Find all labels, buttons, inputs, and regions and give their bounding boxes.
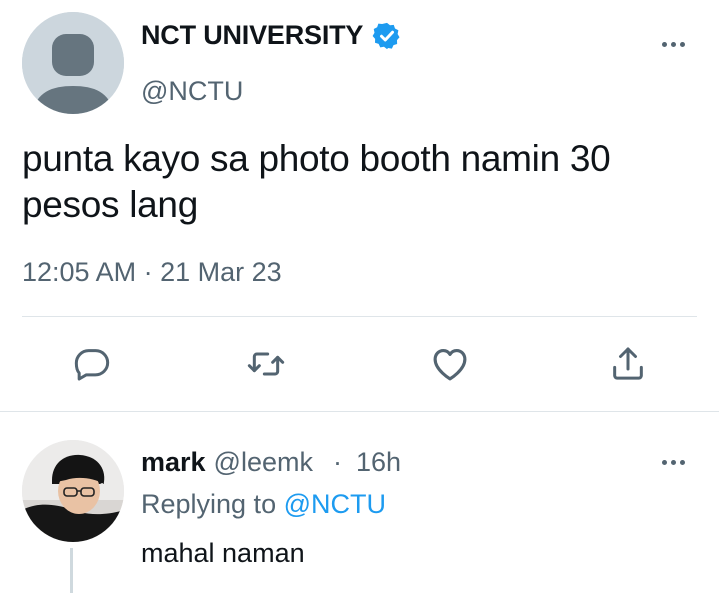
retweet-icon <box>247 352 285 376</box>
reply-icon <box>74 349 110 381</box>
verified-badge-icon <box>372 22 400 49</box>
reply-button[interactable] <box>70 342 114 386</box>
share-icon <box>613 347 643 380</box>
user-avatar-photo <box>22 440 124 542</box>
mention-link[interactable]: @NCTU <box>284 489 386 519</box>
replying-to-label: Replying to <box>141 489 277 519</box>
more-options-icon[interactable] <box>662 460 685 465</box>
reply-author-handle[interactable]: @leemk <box>214 447 313 478</box>
thread-line <box>70 548 73 593</box>
divider <box>0 411 719 412</box>
reply-text: mahal naman <box>141 538 305 568</box>
reply-author-name[interactable]: mark <box>141 447 206 478</box>
reply-time[interactable]: 16h <box>356 447 401 478</box>
heart-icon <box>433 348 467 381</box>
tweet-text: punta kayo sa photo booth namin 30 pesos… <box>22 138 611 225</box>
reply-header: mark @leemk · 16h <box>141 447 401 478</box>
author-name-row[interactable]: NCT UNIVERSITY <box>141 20 402 51</box>
author-handle[interactable]: @NCTU <box>141 76 243 107</box>
tweet-timestamp[interactable]: 12:05 AM · 21 Mar 23 <box>22 257 282 288</box>
retweet-button[interactable] <box>244 342 288 386</box>
share-button[interactable] <box>606 342 650 386</box>
like-button[interactable] <box>428 342 472 386</box>
replying-to: Replying to @NCTU <box>141 489 386 520</box>
user-avatar[interactable] <box>22 440 124 542</box>
separator-dot: · <box>332 447 342 477</box>
default-avatar-icon <box>22 12 124 114</box>
author-display-name[interactable]: NCT UNIVERSITY <box>141 20 363 51</box>
default-avatar[interactable] <box>22 12 124 114</box>
divider <box>22 316 697 317</box>
more-options-icon[interactable] <box>662 42 685 47</box>
